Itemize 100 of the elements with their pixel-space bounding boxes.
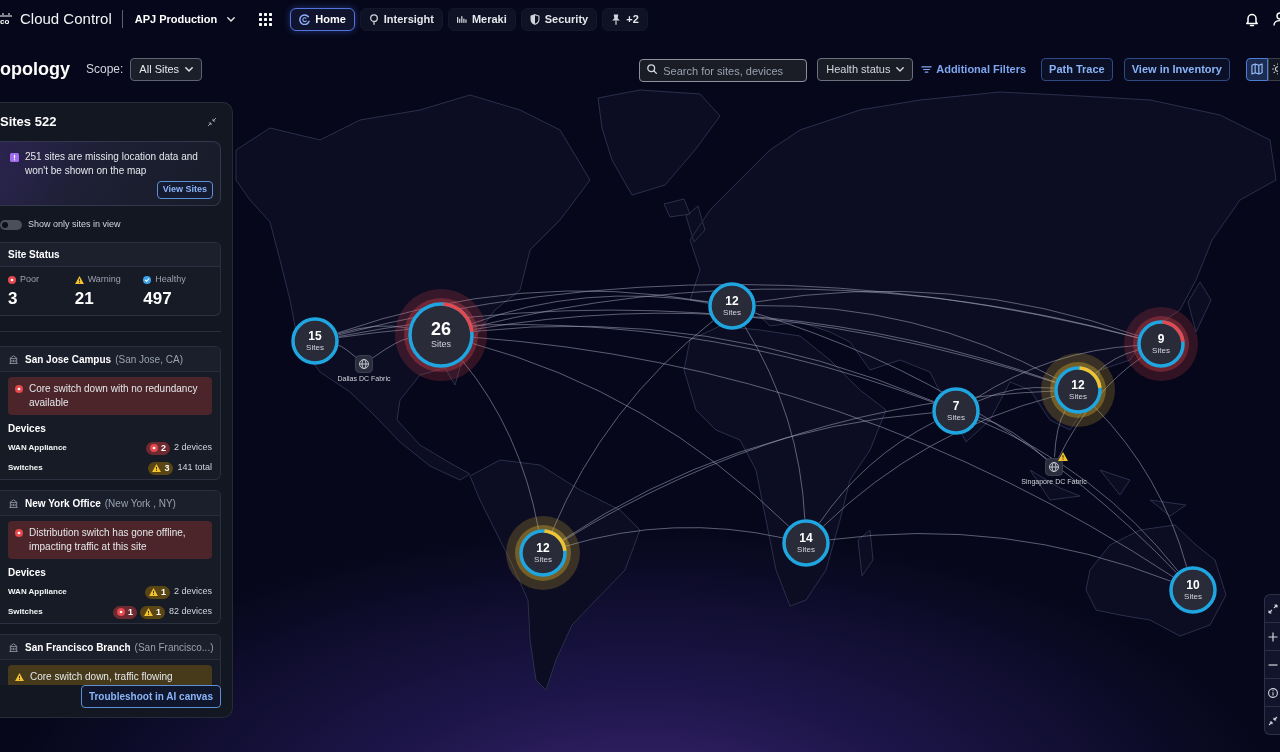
view-mode-button[interactable] bbox=[1246, 57, 1268, 81]
alert-text: Core switch down with no redundancy available bbox=[29, 382, 199, 410]
devices-heading: Devices bbox=[7, 423, 47, 435]
cluster-count: 15 bbox=[308, 329, 322, 343]
cluster-count: 12 bbox=[536, 541, 550, 555]
error-icon bbox=[15, 529, 23, 537]
person-icon[interactable] bbox=[1273, 12, 1280, 26]
site-cluster[interactable]: 26 Sites bbox=[395, 289, 487, 381]
site-cluster[interactable]: 12 Sites bbox=[506, 516, 580, 590]
device-type: WAN Appliance bbox=[8, 586, 67, 598]
view-sites-button[interactable]: View Sites bbox=[156, 181, 213, 199]
site-cluster[interactable]: 12 Sites bbox=[1041, 353, 1115, 427]
notice-text: 251 sites are missing location data and won't be shown on the map bbox=[25, 150, 199, 178]
error-icon bbox=[149, 444, 158, 452]
shield-icon bbox=[529, 13, 540, 25]
cluster-label: Sites bbox=[534, 554, 552, 565]
info-icon bbox=[1267, 687, 1278, 698]
nav-tab[interactable]: +2 bbox=[602, 7, 648, 31]
devices-heading: Devices bbox=[7, 567, 47, 579]
alert-text: Core switch down, traffic flowing bbox=[30, 670, 173, 684]
grid-icon[interactable] bbox=[259, 12, 273, 26]
scope-dropdown[interactable]: All Sites bbox=[130, 57, 203, 81]
site-card[interactable]: San Jose Campus (San Jose, CA) Core switch down with no redundancy available Devices WAN Appliance 2 2 devices Switches 3 141 total bbox=[0, 346, 221, 480]
sun-icon bbox=[1271, 63, 1278, 75]
cluster-label: Sites bbox=[431, 339, 451, 350]
badge-count: 1 bbox=[127, 607, 133, 617]
health-status-dropdown[interactable]: Health status bbox=[817, 57, 914, 81]
troubleshoot-button[interactable]: Troubleshoot in AI canvas bbox=[80, 685, 221, 708]
device-type: Switches bbox=[8, 462, 43, 474]
cluster-count: 26 bbox=[431, 320, 451, 339]
warning-icon bbox=[1058, 452, 1068, 461]
building-icon bbox=[9, 354, 18, 364]
bell-icon[interactable] bbox=[1245, 11, 1259, 27]
workspace-selector[interactable]: APJ Production bbox=[134, 10, 236, 28]
collapse-arrows-icon bbox=[207, 117, 217, 127]
site-name: New York Office bbox=[25, 496, 101, 511]
nav-tab[interactable]: Home bbox=[290, 7, 355, 31]
warning-icon bbox=[143, 608, 153, 616]
warning-icon bbox=[15, 673, 24, 681]
status-label: Healthy bbox=[155, 272, 186, 286]
card-title: Site Status bbox=[8, 248, 60, 262]
logo-text: co bbox=[0, 17, 10, 26]
device-summary: 82 devices bbox=[168, 605, 212, 619]
scope-label: Scope: bbox=[86, 61, 124, 78]
cluster-label: Sites bbox=[723, 307, 741, 318]
globe-icon[interactable] bbox=[1045, 458, 1063, 476]
search-field[interactable]: Search for sites, devices bbox=[639, 59, 808, 82]
collapse-button[interactable] bbox=[207, 117, 217, 127]
additional-filters-link[interactable]: Additional Filters bbox=[921, 60, 1027, 78]
page-title: opology bbox=[0, 58, 70, 80]
view-mode-button[interactable] bbox=[1268, 57, 1280, 81]
toolbar-button[interactable]: Path Trace bbox=[1041, 57, 1113, 81]
bars-icon bbox=[456, 13, 467, 25]
warning-icon bbox=[148, 588, 158, 596]
cluster-label: Sites bbox=[947, 412, 965, 423]
logo-icon bbox=[0, 12, 12, 17]
site-location: (New York , NY) bbox=[104, 496, 176, 511]
status-count: 21 bbox=[74, 289, 95, 309]
app-title: Cloud Control bbox=[20, 10, 112, 28]
device-type: Switches bbox=[8, 606, 43, 618]
error-icon bbox=[116, 608, 125, 616]
globe-icon[interactable] bbox=[355, 355, 373, 373]
info-icon bbox=[10, 153, 19, 162]
cluster-label: Sites bbox=[1152, 345, 1170, 356]
balloon-icon bbox=[368, 13, 379, 25]
warning-icon bbox=[74, 275, 84, 284]
cluster-count: 9 bbox=[1157, 332, 1165, 346]
site-name: San Francisco Branch bbox=[25, 640, 131, 655]
collapse-arrows-icon bbox=[1267, 715, 1278, 726]
building-icon bbox=[9, 498, 18, 508]
status-count: 3 bbox=[8, 289, 19, 309]
crescent-icon bbox=[299, 13, 311, 25]
badge-count: 1 bbox=[160, 587, 166, 597]
cluster-count: 12 bbox=[725, 294, 739, 308]
pin-icon bbox=[611, 13, 622, 25]
plus-icon bbox=[1267, 631, 1278, 642]
error-icon bbox=[15, 385, 23, 393]
filter-icon bbox=[921, 65, 933, 73]
panel-title: Sites 522 bbox=[0, 113, 57, 131]
cluster-count: 12 bbox=[1071, 378, 1085, 392]
cluster-label: Sites bbox=[306, 342, 324, 353]
cluster-label: Sites bbox=[1184, 591, 1202, 602]
map-icon bbox=[1251, 63, 1263, 75]
site-card[interactable]: San Francisco Branch (San Francisco...) Core switch down, traffic flowing bbox=[0, 634, 221, 685]
alert-text: Distribution switch has gone offline, impacting traffic at this site bbox=[29, 526, 187, 554]
status-label: Warning bbox=[87, 272, 121, 286]
device-summary: 141 total bbox=[177, 461, 212, 475]
cluster-label: Sites bbox=[797, 544, 815, 555]
badge-count: 2 bbox=[160, 443, 166, 453]
site-location: (San Jose, CA) bbox=[115, 352, 183, 367]
cluster-count: 10 bbox=[1186, 578, 1200, 592]
device-type: WAN Appliance bbox=[8, 442, 67, 454]
site-card[interactable]: New York Office (New York , NY) Distribution switch has gone offline, impacting traffic at this site Devices WAN Appliance 1 2 devices Switches 1 1 82 devices bbox=[0, 490, 221, 624]
building-icon bbox=[9, 642, 18, 652]
site-cluster[interactable]: 9 Sites bbox=[1124, 307, 1198, 381]
error-icon bbox=[8, 275, 16, 284]
chevron-down-icon bbox=[185, 66, 194, 72]
toggle-switch[interactable] bbox=[0, 219, 22, 230]
badge-count: 3 bbox=[164, 463, 170, 473]
badge-count: 1 bbox=[155, 607, 161, 617]
